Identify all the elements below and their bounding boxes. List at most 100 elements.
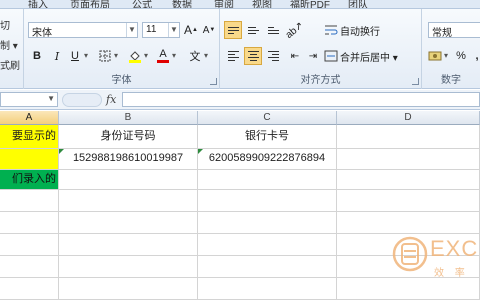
increase-indent-button[interactable]: ⇥ — [304, 47, 322, 65]
cell-a-row3[interactable]: 们录入的 — [0, 170, 59, 190]
number-group: 常规 ▾ % , 数字 — [422, 9, 480, 89]
increase-indent-icon: ⇥ — [308, 50, 318, 62]
tab-team[interactable]: 团队 — [348, 0, 368, 8]
borders-button[interactable] — [96, 47, 114, 65]
insert-function-icon[interactable]: fx — [106, 93, 116, 106]
column-header-a[interactable]: A — [0, 111, 59, 125]
cell-d-row3[interactable] — [337, 170, 480, 190]
empty-cell[interactable] — [0, 234, 59, 256]
format-painter-button[interactable]: 式刷 — [0, 57, 20, 72]
cell-b-row1[interactable]: 身份证号码 — [59, 125, 198, 149]
cell-a-row2[interactable] — [0, 149, 59, 170]
font-group: 宋体 ▼ 11 ▼ A ▲ A ▼ B I U ▾ ▾ ▾ A ▾ 文 ▾ 字体 — [24, 9, 220, 89]
cell-c-row2[interactable]: 6200589909222876894 — [198, 149, 337, 170]
fill-color-dropdown-icon[interactable]: ▾ — [144, 51, 148, 60]
cell-d-row2[interactable] — [337, 149, 480, 170]
empty-cell[interactable] — [59, 190, 198, 212]
cell-c-row3[interactable] — [198, 170, 337, 190]
merge-center-icon — [324, 50, 338, 62]
orientation-button[interactable]: ab↗ — [284, 20, 306, 41]
text-number-indicator-icon — [198, 149, 203, 154]
font-name-select[interactable]: 宋体 ▼ — [28, 22, 138, 39]
empty-cell[interactable] — [59, 278, 198, 300]
cell-a-row1[interactable]: 要显示的 — [0, 125, 59, 149]
phonetic-dropdown-icon[interactable]: ▾ — [204, 51, 208, 60]
empty-cell[interactable] — [198, 234, 337, 256]
align-right-icon — [267, 49, 279, 63]
grow-font-icon: A — [184, 23, 193, 37]
merge-center-button[interactable]: 合并后居中 ▾ — [324, 47, 398, 65]
font-color-swatch — [157, 59, 169, 63]
shrink-font-icon: A — [202, 24, 210, 36]
tab-foxit-pdf[interactable]: 福昕PDF — [290, 0, 330, 8]
chevron-down-icon: ▼ — [126, 23, 137, 37]
empty-cell[interactable] — [59, 256, 198, 278]
align-right-button[interactable] — [264, 47, 282, 65]
tab-formulas[interactable]: 公式 — [132, 0, 152, 8]
cell-c-row1[interactable]: 银行卡号 — [198, 125, 337, 149]
phonetic-button[interactable]: 文 — [186, 47, 204, 65]
cell-c-row2-value: 6200589909222876894 — [208, 152, 326, 164]
empty-cell[interactable] — [0, 256, 59, 278]
empty-cell[interactable] — [0, 212, 59, 234]
fill-color-button[interactable] — [126, 47, 144, 65]
empty-cell[interactable] — [337, 190, 480, 212]
column-header-c[interactable]: C — [198, 111, 337, 125]
empty-cell[interactable] — [0, 278, 59, 300]
column-header-b[interactable]: B — [59, 111, 198, 125]
grow-font-button[interactable]: A ▲ — [182, 21, 200, 39]
borders-dropdown-icon[interactable]: ▾ — [114, 51, 118, 60]
number-format-select[interactable]: 常规 — [428, 22, 480, 39]
cell-d-row1[interactable] — [337, 125, 480, 149]
borders-icon — [99, 50, 111, 62]
tab-review[interactable]: 审阅 — [214, 0, 234, 8]
cut-button[interactable]: 切 — [0, 17, 10, 32]
align-bottom-icon — [267, 25, 279, 36]
empty-cell[interactable] — [59, 212, 198, 234]
tab-insert[interactable]: 插入 — [28, 0, 48, 8]
text-number-indicator-icon — [59, 149, 64, 154]
cell-b-row3[interactable] — [59, 170, 198, 190]
empty-cell[interactable] — [198, 278, 337, 300]
cell-b-row2[interactable]: 152988198610019987 — [59, 149, 198, 170]
empty-cell[interactable] — [0, 190, 59, 212]
align-middle-button[interactable] — [244, 21, 262, 39]
align-center-button[interactable] — [244, 47, 262, 65]
empty-cell[interactable] — [198, 256, 337, 278]
wrap-text-icon — [325, 25, 338, 35]
font-color-dropdown-icon[interactable]: ▾ — [172, 51, 176, 60]
phonetic-icon: 文 — [189, 51, 201, 63]
column-header-d[interactable]: D — [337, 111, 480, 125]
align-left-button[interactable] — [224, 47, 242, 65]
align-bottom-button[interactable] — [264, 21, 282, 39]
underline-dropdown-icon[interactable]: ▾ — [84, 51, 88, 60]
font-dialog-launcher-icon[interactable] — [210, 78, 217, 85]
italic-button[interactable]: I — [48, 47, 66, 65]
align-left-icon — [227, 49, 239, 63]
empty-cell[interactable] — [198, 212, 337, 234]
alignment-dialog-launcher-icon[interactable] — [412, 78, 419, 85]
comma-style-button[interactable]: , — [468, 47, 480, 65]
accounting-dropdown-icon[interactable]: ▾ — [444, 51, 448, 60]
underline-button[interactable]: U — [66, 47, 84, 65]
align-top-button[interactable] — [224, 21, 242, 39]
bold-button[interactable]: B — [28, 47, 46, 65]
empty-cell[interactable] — [59, 234, 198, 256]
font-group-label: 字体 — [111, 75, 132, 86]
formula-bar-resize-handle[interactable] — [62, 93, 102, 107]
formula-bar: ▼ fx — [0, 90, 480, 110]
tab-data[interactable]: 数据 — [172, 0, 192, 8]
font-color-button[interactable]: A — [154, 46, 172, 64]
name-box[interactable]: ▼ — [0, 92, 58, 107]
tab-view[interactable]: 视图 — [252, 0, 272, 8]
shrink-font-button[interactable]: A ▼ — [200, 21, 218, 39]
accounting-format-button[interactable] — [426, 47, 444, 65]
copy-button[interactable]: 制 ▾ — [0, 37, 18, 52]
decrease-indent-button[interactable]: ⇤ — [286, 47, 304, 65]
font-size-select[interactable]: 11 ▼ — [142, 22, 180, 38]
formula-input[interactable] — [122, 92, 480, 107]
wrap-text-button[interactable]: 自动换行 — [324, 21, 380, 39]
tab-page-layout[interactable]: 页面布局 — [70, 0, 110, 8]
empty-cell[interactable] — [198, 190, 337, 212]
cell-b-row2-value: 152988198610019987 — [72, 152, 184, 164]
